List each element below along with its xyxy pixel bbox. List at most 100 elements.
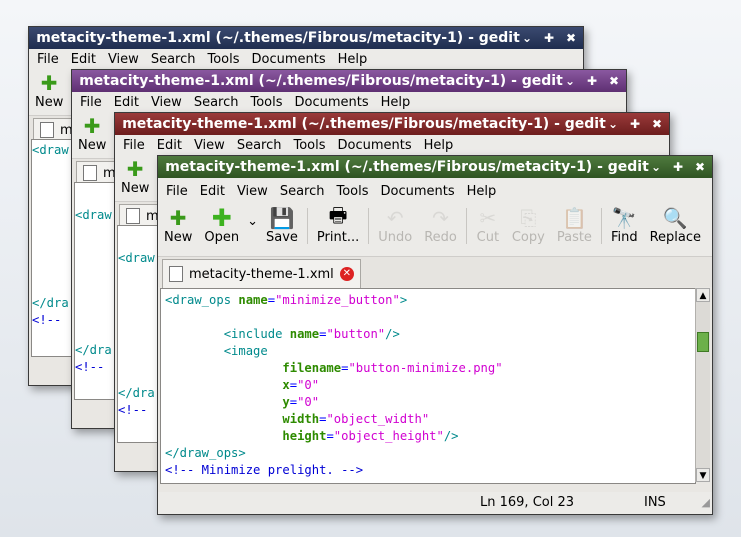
menu-view[interactable]: View — [102, 52, 145, 67]
code-line: y="0" — [282, 395, 320, 409]
paste-icon: 📋 — [561, 206, 587, 230]
new-button[interactable]: ✚ New — [158, 204, 198, 245]
vertical-scrollbar[interactable]: ▲ ▼ — [695, 288, 710, 482]
menu-file[interactable]: File — [74, 95, 108, 110]
open-recent-dropdown[interactable]: ⌄ — [245, 204, 260, 229]
menu-edit[interactable]: Edit — [151, 138, 188, 153]
menu-documents[interactable]: Documents — [289, 95, 375, 110]
magnifier-icon: 🔍 — [662, 206, 688, 230]
chevron-down-icon[interactable]: ⌄ — [605, 113, 621, 135]
menu-tools[interactable]: Tools — [201, 52, 245, 67]
code-line: filename="button-minimize.png" — [282, 361, 503, 375]
menubar: File Edit View Search Tools Documents He… — [29, 49, 583, 69]
menu-search[interactable]: Search — [145, 52, 202, 67]
insert-mode: INS — [644, 495, 666, 510]
new-button[interactable]: ✚ New — [115, 155, 155, 196]
menu-edit[interactable]: Edit — [194, 184, 231, 199]
menu-view[interactable]: View — [145, 95, 188, 110]
editor-area[interactable]: <draw_ops name="minimize_button"> <inclu… — [160, 288, 696, 484]
undo-button[interactable]: ↶ Undo — [372, 204, 418, 245]
separator — [465, 208, 467, 244]
cursor-position: Ln 169, Col 23 — [480, 495, 575, 510]
chevron-down-icon[interactable]: ⌄ — [519, 27, 535, 49]
menu-search[interactable]: Search — [274, 184, 331, 199]
window-title: metacity-theme-1.xml (~/.themes/Fibrous/… — [165, 159, 649, 175]
tab-document[interactable]: metacity-theme-1.xml ✕ — [162, 259, 361, 288]
code-line: <include name="button"/> — [223, 327, 400, 341]
close-icon[interactable]: ✖ — [563, 27, 579, 49]
menu-file[interactable]: File — [160, 184, 194, 199]
menu-view[interactable]: View — [231, 184, 274, 199]
find-button[interactable]: 🔭 Find — [605, 204, 644, 245]
menu-help[interactable]: Help — [418, 138, 460, 153]
document-icon — [83, 165, 97, 181]
new-document-icon: ✚ — [83, 114, 101, 138]
scroll-up-arrow-icon[interactable]: ▲ — [696, 288, 710, 302]
separator — [368, 208, 370, 244]
copy-icon: ⎘ — [520, 206, 537, 230]
paste-button[interactable]: 📋 Paste — [551, 204, 598, 245]
close-tab-icon[interactable]: ✕ — [339, 267, 354, 281]
scroll-down-arrow-icon[interactable]: ▼ — [696, 468, 710, 482]
maximize-icon[interactable]: ✚ — [627, 113, 643, 135]
new-document-icon: ✚ — [40, 71, 58, 95]
separator — [600, 208, 602, 244]
menu-tools[interactable]: Tools — [287, 138, 331, 153]
chevron-down-icon[interactable]: ⌄ — [562, 70, 578, 92]
copy-button[interactable]: ⎘ Copy — [506, 204, 551, 245]
menu-edit[interactable]: Edit — [108, 95, 145, 110]
maximize-icon[interactable]: ✚ — [670, 156, 686, 178]
menu-search[interactable]: Search — [231, 138, 288, 153]
document-icon — [169, 266, 183, 282]
replace-button[interactable]: 🔍 Replace — [644, 204, 707, 245]
save-button[interactable]: 💾 Save — [260, 204, 304, 245]
menu-view[interactable]: View — [188, 138, 231, 153]
titlebar[interactable]: metacity-theme-1.xml (~/.themes/Fibrous/… — [72, 70, 626, 92]
code-line: </draw_ops> — [165, 446, 246, 460]
code-line: <image — [223, 344, 268, 358]
menu-edit[interactable]: Edit — [65, 52, 102, 67]
menu-documents[interactable]: Documents — [332, 138, 418, 153]
code-line: width="object_width" — [282, 412, 430, 426]
cut-icon: ✂ — [479, 206, 497, 230]
titlebar[interactable]: metacity-theme-1.xml (~/.themes/Fibrous/… — [115, 113, 669, 135]
menu-search[interactable]: Search — [188, 95, 245, 110]
printer-icon: 🖶 — [328, 203, 348, 227]
document-icon — [40, 122, 54, 138]
open-icon: ✚ — [211, 204, 232, 232]
maximize-icon[interactable]: ✚ — [584, 70, 600, 92]
menu-file[interactable]: File — [31, 52, 65, 67]
menu-documents[interactable]: Documents — [246, 52, 332, 67]
menu-tools[interactable]: Tools — [244, 95, 288, 110]
new-button[interactable]: ✚ New — [72, 112, 112, 153]
menu-help[interactable]: Help — [461, 184, 503, 199]
resize-grip-icon[interactable]: ◢ — [702, 492, 710, 514]
maximize-icon[interactable]: ✚ — [541, 27, 557, 49]
print-button[interactable]: 🖶 Print... — [311, 203, 365, 245]
menubar: File Edit View Search Tools Documents He… — [72, 92, 626, 112]
menu-help[interactable]: Help — [375, 95, 417, 110]
code-line: x="0" — [282, 378, 320, 392]
separator — [306, 208, 308, 244]
chevron-down-icon: ⌄ — [247, 214, 258, 229]
code-line: <!-- Minimize prelight. --> — [165, 463, 364, 477]
new-document-icon: ✚ — [126, 157, 144, 181]
close-icon[interactable]: ✖ — [692, 156, 708, 178]
redo-button[interactable]: ↷ Redo — [418, 204, 463, 245]
close-icon[interactable]: ✖ — [606, 70, 622, 92]
menu-file[interactable]: File — [117, 138, 151, 153]
menu-tools[interactable]: Tools — [330, 184, 374, 199]
new-button[interactable]: ✚ New — [29, 69, 69, 110]
open-button[interactable]: ✚ Open — [198, 204, 245, 245]
titlebar[interactable]: metacity-theme-1.xml (~/.themes/Fibrous/… — [158, 156, 712, 178]
save-icon: 💾 — [269, 206, 295, 230]
titlebar[interactable]: metacity-theme-1.xml (~/.themes/Fibrous/… — [29, 27, 583, 49]
cut-button[interactable]: ✂ Cut — [470, 204, 506, 245]
menu-documents[interactable]: Documents — [375, 184, 461, 199]
scroll-thumb[interactable] — [697, 332, 709, 352]
chevron-down-icon[interactable]: ⌄ — [648, 156, 664, 178]
close-icon[interactable]: ✖ — [649, 113, 665, 135]
menu-help[interactable]: Help — [332, 52, 374, 67]
gedit-window-front: metacity-theme-1.xml (~/.themes/Fibrous/… — [157, 155, 713, 515]
